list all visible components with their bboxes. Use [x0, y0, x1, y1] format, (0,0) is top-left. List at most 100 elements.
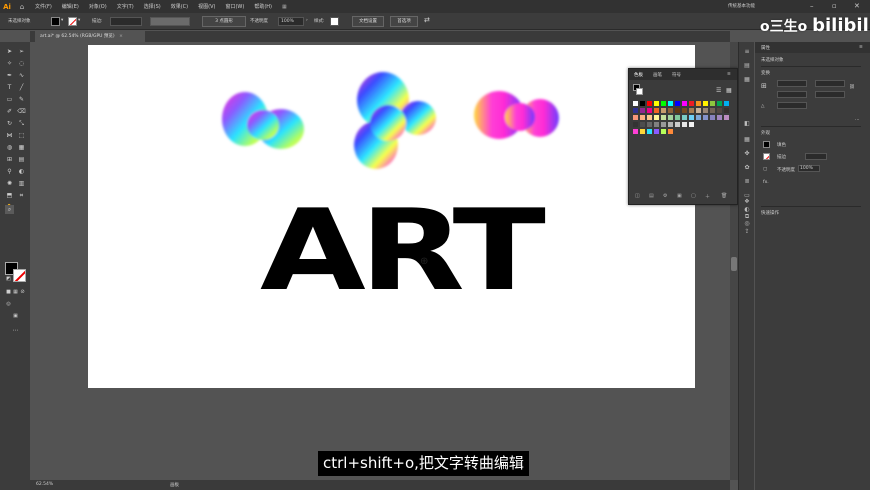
swatch-cell[interactable]	[647, 101, 652, 106]
swatch-cell[interactable]	[661, 101, 666, 106]
artboard-tool-icon[interactable]: ⬒	[5, 191, 14, 200]
arrange-icon[interactable]: ⇄	[424, 16, 430, 24]
swatch-cell[interactable]	[647, 129, 652, 134]
swatch-cell[interactable]	[703, 101, 708, 106]
swatch-cell[interactable]	[696, 115, 701, 120]
delete-swatch-icon[interactable]: 🗑	[721, 193, 727, 199]
pen-tool-icon[interactable]: ✒	[5, 71, 14, 80]
swatch-cell[interactable]	[675, 108, 680, 113]
swatch-cell[interactable]	[668, 122, 673, 127]
document-setup-button[interactable]: 文档设置	[352, 16, 384, 27]
swatch-cell[interactable]	[717, 108, 722, 113]
magic-wand-icon[interactable]: ✧	[5, 59, 14, 68]
swatch-cell[interactable]	[710, 108, 715, 113]
paintbrush-tool-icon[interactable]: ✎	[17, 95, 26, 104]
default-colors-icon[interactable]: ◩	[4, 275, 13, 284]
color-icon[interactable]: ◧	[743, 120, 751, 128]
new-swatch-icon[interactable]: ＋	[705, 193, 710, 200]
appearance-icon[interactable]: ◎	[743, 220, 751, 228]
y-field[interactable]	[777, 91, 807, 98]
stroke-weight-field[interactable]	[805, 153, 827, 160]
stroke-color-box[interactable]	[13, 269, 26, 282]
workspace-switcher[interactable]: 传统基本功能	[728, 3, 755, 9]
swatch-cell[interactable]	[710, 115, 715, 120]
panel-menu-icon[interactable]: ≡	[727, 72, 731, 77]
swatch-cell[interactable]	[717, 115, 722, 120]
menu-type[interactable]: 文字(T)	[112, 3, 139, 10]
arrange-docs-icon[interactable]: ▦	[277, 4, 292, 10]
swatch-cell[interactable]	[647, 108, 652, 113]
swatch-cell[interactable]	[675, 101, 680, 106]
artboard[interactable]: ART ⊕	[88, 45, 695, 388]
width-field[interactable]	[815, 80, 845, 87]
curvature-tool-icon[interactable]: ∿	[17, 71, 26, 80]
swatch-cell[interactable]	[717, 101, 722, 106]
swatch-cell[interactable]	[675, 115, 680, 120]
slice-tool-icon[interactable]: ⌗	[17, 191, 26, 200]
mesh-tool-icon[interactable]: ⊞	[5, 155, 14, 164]
properties-icon[interactable]: ≡	[743, 48, 751, 56]
vertical-scroll-thumb[interactable]	[731, 257, 737, 271]
stroke-dropdown-icon[interactable]: ▾	[78, 18, 80, 23]
swatch-cell[interactable]	[654, 122, 659, 127]
swatch-cell[interactable]	[654, 101, 659, 106]
opacity-field[interactable]: 100%	[798, 165, 820, 172]
document-tab[interactable]: art.ai* @ 62.54% (RGB/GPU 预览) ×	[35, 31, 145, 42]
swatch-cell[interactable]	[647, 115, 652, 120]
show-kinds-icon[interactable]: ▤	[649, 193, 654, 199]
tab-swatches[interactable]: 色板	[634, 72, 643, 78]
none-mode-icon[interactable]: ⊘	[18, 288, 27, 297]
swatch-cell[interactable]	[668, 108, 673, 113]
tab-close-icon[interactable]: ×	[119, 34, 123, 39]
x-field[interactable]	[777, 80, 807, 87]
current-stroke-swatch[interactable]	[636, 88, 643, 95]
blend-tool-icon[interactable]: ◐	[17, 167, 26, 176]
menu-edit[interactable]: 编辑(E)	[57, 3, 84, 10]
screen-mode-icon[interactable]: ▣	[11, 312, 20, 321]
gradient-tool-icon[interactable]: ▤	[17, 155, 26, 164]
fill-swatch[interactable]	[51, 17, 60, 26]
fill-dropdown-icon[interactable]: ▾	[61, 18, 63, 23]
fill-color-swatch[interactable]	[763, 141, 770, 148]
menu-window[interactable]: 窗口(W)	[220, 3, 249, 10]
opacity-arrow-icon[interactable]: ›	[306, 18, 308, 23]
swatch-cell[interactable]	[703, 108, 708, 113]
swatch-cell[interactable]	[724, 115, 729, 120]
draw-mode-icon[interactable]: ◎	[4, 300, 13, 309]
swatch-cell[interactable]	[640, 115, 645, 120]
more-tools-icon[interactable]: ⋯	[11, 326, 20, 335]
libraries-icon[interactable]: ▦	[743, 76, 751, 84]
layers-icon[interactable]: ▤	[743, 62, 751, 70]
opacity-field[interactable]: 100%	[278, 17, 304, 26]
swatch-cell[interactable]	[640, 108, 645, 113]
home-icon[interactable]: ⌂	[14, 3, 30, 11]
swatch-cell[interactable]	[668, 101, 673, 106]
swatch-cell[interactable]	[682, 108, 687, 113]
reference-point-icon[interactable]: ⊞	[761, 82, 767, 90]
swatch-libraries-icon[interactable]: ◫	[635, 193, 640, 199]
swatch-cell[interactable]	[696, 101, 701, 106]
tab-brushes[interactable]: 画笔	[653, 72, 662, 78]
constrain-icon[interactable]: ⛓	[849, 85, 855, 90]
swatch-cell[interactable]	[633, 108, 638, 113]
free-transform-tool-icon[interactable]: ⬚	[17, 131, 26, 140]
lasso-tool-icon[interactable]: ◌	[17, 59, 26, 68]
swatch-cell[interactable]	[661, 122, 666, 127]
zoom-level[interactable]: 62.54%	[36, 482, 53, 487]
swatch-cell[interactable]	[661, 115, 666, 120]
menu-object[interactable]: 对象(O)	[84, 3, 112, 10]
swatch-cell[interactable]	[668, 129, 673, 134]
swatch-cell[interactable]	[724, 108, 729, 113]
properties-menu-icon[interactable]: ≡	[859, 45, 863, 50]
swatch-cell[interactable]	[682, 115, 687, 120]
rotate-tool-icon[interactable]: ↻	[5, 119, 14, 128]
swatch-cell[interactable]	[633, 115, 638, 120]
swatch-cell[interactable]	[640, 122, 645, 127]
art-text[interactable]: ART	[260, 195, 546, 307]
shaper-tool-icon[interactable]: ✐	[5, 107, 14, 116]
swatch-cell[interactable]	[647, 122, 652, 127]
swatch-cell[interactable]	[633, 122, 638, 127]
stroke-swatch[interactable]	[68, 17, 77, 26]
selection-tool-icon[interactable]: ➤	[5, 47, 14, 56]
swatch-cell[interactable]	[689, 101, 694, 106]
